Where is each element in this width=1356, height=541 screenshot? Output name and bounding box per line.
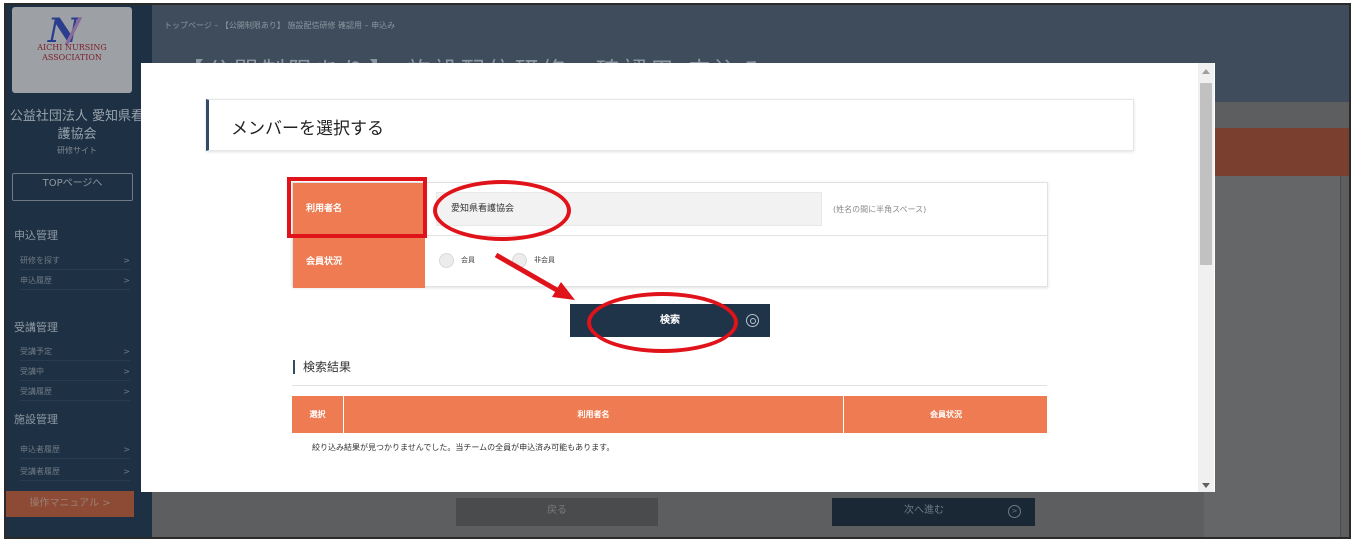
membership-status-label: 会員状況 bbox=[293, 236, 425, 288]
annotation-highlight-box bbox=[287, 177, 427, 238]
sidebar-item-label: 申込履歴 bbox=[20, 276, 52, 285]
chevron-right-icon: > bbox=[123, 367, 130, 376]
sidebar-item-label: 申込者履歴 bbox=[20, 445, 60, 454]
chevron-right-icon: > bbox=[123, 256, 130, 265]
annotation-ellipse-search-button bbox=[587, 292, 738, 353]
sidebar-item-attendance-history[interactable]: 受講履歴 > bbox=[20, 383, 130, 401]
sidebar-item-in-progress[interactable]: 受講中 > bbox=[20, 363, 130, 381]
column-user-name: 利用者名 bbox=[344, 396, 844, 433]
member-radio[interactable] bbox=[439, 253, 454, 268]
results-heading: 検索結果 bbox=[293, 360, 351, 374]
logo-text-line1: AICHI NURSING bbox=[37, 43, 107, 52]
sidebar-item-application-history[interactable]: 申込履歴 > bbox=[20, 272, 130, 290]
modal-heading: メンバーを選択する bbox=[231, 119, 384, 139]
arrow-right-circle-icon: > bbox=[1008, 505, 1021, 518]
section-application: 申込管理 bbox=[14, 229, 58, 242]
member-radio-label: 会員 bbox=[461, 256, 475, 264]
annotation-ellipse-name-input bbox=[433, 180, 571, 241]
back-button[interactable]: 戻る bbox=[456, 498, 658, 526]
next-button-label: 次へ進む bbox=[904, 505, 944, 516]
section-attendance: 受講管理 bbox=[14, 321, 58, 334]
chevron-right-icon: > bbox=[123, 276, 130, 285]
sidebar-item-attendee-history[interactable]: 受講者履歴 > bbox=[20, 463, 130, 481]
sidebar-item-label: 受講者履歴 bbox=[20, 467, 60, 476]
modal-heading-box: メンバーを選択する bbox=[206, 99, 1134, 151]
section-facility: 施設管理 bbox=[14, 413, 58, 426]
background-orange-bar bbox=[1204, 128, 1349, 176]
name-hint: (姓名の間に半角スペース) bbox=[833, 205, 927, 214]
org-name: 公益社団法人 愛知県看護協会 bbox=[9, 109, 145, 142]
search-icon bbox=[746, 314, 759, 327]
divider bbox=[292, 385, 1047, 386]
scroll-up-arrow-icon[interactable] bbox=[1202, 69, 1210, 74]
top-page-button[interactable]: TOPページへ bbox=[12, 173, 133, 201]
scroll-thumb[interactable] bbox=[1200, 83, 1212, 265]
modal-scrollbar[interactable] bbox=[1198, 63, 1214, 492]
sidebar-item-label: 受講履歴 bbox=[20, 387, 52, 396]
chevron-right-icon: > bbox=[123, 387, 130, 396]
sidebar-item-label: 受講中 bbox=[20, 367, 44, 376]
scroll-down-arrow-icon[interactable] bbox=[1202, 483, 1210, 488]
sidebar-item-label: 研修を探す bbox=[20, 256, 60, 265]
results-table-header: 選択 利用者名 会員状況 bbox=[292, 396, 1047, 433]
next-button[interactable]: 次へ進む > bbox=[832, 498, 1035, 526]
chevron-right-icon: > bbox=[123, 347, 130, 356]
chevron-right-icon: > bbox=[123, 445, 130, 454]
sidebar-item-scheduled[interactable]: 受講予定 > bbox=[20, 343, 130, 361]
member-select-modal: メンバーを選択する 利用者名 愛知県看護協会 (姓名の間に半角スペース) 会員状… bbox=[141, 63, 1215, 492]
logo[interactable]: N/ AICHI NURSING ASSOCIATION bbox=[12, 7, 132, 93]
breadcrumb[interactable]: トップページ – 【公開制限あり】 施設配信研修 確認用 – 申込み bbox=[164, 20, 395, 31]
background-panel bbox=[1204, 176, 1341, 537]
column-membership-status: 会員状況 bbox=[930, 410, 962, 419]
manual-button[interactable]: 操作マニュアル > bbox=[6, 491, 134, 517]
chevron-right-icon: > bbox=[123, 467, 130, 476]
org-subtitle: 研修サイト bbox=[57, 146, 97, 155]
column-select: 選択 bbox=[292, 396, 344, 433]
sidebar: N/ AICHI NURSING ASSOCIATION 公益社団法人 愛知県看… bbox=[6, 5, 152, 537]
non-member-radio[interactable] bbox=[512, 253, 527, 268]
non-member-radio-label: 非会員 bbox=[534, 256, 555, 264]
logo-text-line2: ASSOCIATION bbox=[42, 53, 102, 62]
empty-results-message: 絞り込み結果が見つかりませんでした。当チームの全員が申込済み可能もあります。 bbox=[312, 443, 615, 452]
sidebar-item-find-training[interactable]: 研修を探す > bbox=[20, 252, 130, 270]
sidebar-item-applicant-history[interactable]: 申込者履歴 > bbox=[20, 441, 130, 459]
sidebar-item-label: 受講予定 bbox=[20, 347, 52, 356]
